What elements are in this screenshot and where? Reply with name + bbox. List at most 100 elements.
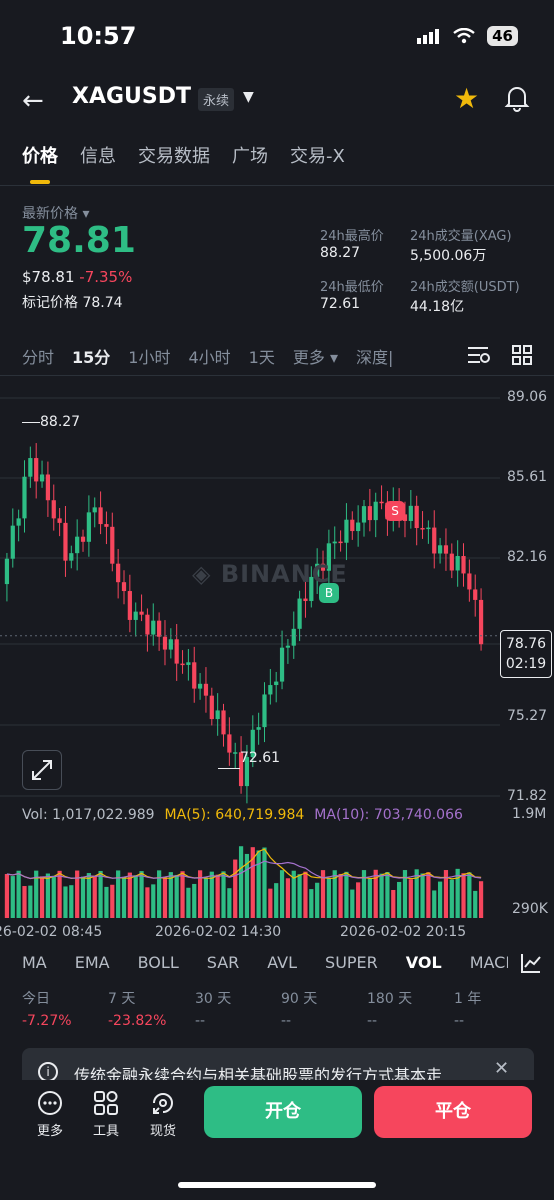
chart-settings-icon[interactable] — [468, 346, 490, 368]
timeframe-1d[interactable]: 1天 — [249, 344, 275, 368]
volume-bar — [192, 883, 197, 918]
candle-body — [338, 541, 343, 544]
high-marker-line — [22, 422, 40, 423]
tab-info[interactable]: 信息 — [80, 142, 116, 168]
amount-value: 44.18亿 — [410, 299, 465, 315]
high-label: 24h最高价 — [320, 229, 384, 244]
close-icon[interactable]: ✕ — [494, 1058, 509, 1079]
symbol-dropdown-icon[interactable]: ▼ — [243, 89, 254, 105]
candle-body — [157, 620, 162, 637]
tools-button[interactable]: 工具 — [86, 1090, 126, 1139]
timeframe-15m[interactable]: 15分 — [72, 344, 110, 368]
timeframe-line[interactable]: 分时 — [22, 344, 54, 368]
tab-square[interactable]: 广场 — [232, 142, 268, 168]
low-marker: 72.61 — [240, 750, 281, 766]
candle-body — [16, 518, 21, 526]
candle-body — [373, 501, 378, 521]
symbol-title[interactable]: XAGUSDT — [72, 84, 191, 109]
favorite-star-icon[interactable]: ★ — [454, 82, 479, 115]
volume-bar — [279, 870, 285, 918]
perf-label: 180 天 — [367, 991, 413, 1007]
timeframe-more[interactable]: 更多 ▾ — [293, 344, 338, 368]
main-tabs: 价格 信息 交易数据 广场 交易-X — [22, 142, 345, 168]
candle-body — [203, 683, 209, 696]
candle-body — [408, 505, 413, 521]
volume-bar — [57, 870, 62, 918]
candle-body — [209, 695, 214, 720]
candle-countdown: 02:19 — [505, 656, 547, 672]
volume-bar — [133, 875, 138, 918]
volume-bar — [432, 890, 437, 918]
candle-body — [478, 599, 484, 645]
volume-bar — [309, 889, 314, 918]
volume-bar — [104, 886, 109, 918]
candle-body — [180, 663, 185, 666]
candle-body — [197, 683, 203, 689]
mark-price-value: 78.74 — [82, 295, 123, 311]
candle-body — [127, 591, 132, 620]
candle-body — [121, 582, 127, 592]
volume-bar — [449, 879, 454, 918]
volume-bar — [174, 874, 179, 918]
indicator-boll[interactable]: BOLL — [138, 953, 179, 972]
volume-bar — [467, 872, 472, 918]
sell-marker[interactable]: S — [385, 501, 405, 521]
status-time: 10:57 — [60, 22, 137, 50]
volume-bar — [391, 889, 396, 918]
tab-trading-x[interactable]: 交易-X — [290, 142, 345, 168]
high-value: 88.27 — [320, 245, 361, 261]
timeframe-1h[interactable]: 1小时 — [128, 344, 170, 368]
perf-label: 7 天 — [108, 991, 136, 1007]
mark-price-label: 标记价格 — [22, 295, 78, 311]
volume-bar — [461, 873, 466, 918]
indicator-avl[interactable]: AVL — [267, 953, 297, 972]
buy-marker[interactable]: B — [319, 583, 339, 603]
candle-body — [139, 611, 144, 615]
volume-bar — [350, 889, 355, 918]
timeframe-depth[interactable]: 深度| — [356, 344, 393, 368]
volume-axis-top: 1.9M — [512, 806, 547, 822]
indicator-ma[interactable]: MA — [22, 953, 47, 972]
volume-bar — [127, 872, 132, 918]
indicator-vol[interactable]: VOL — [406, 953, 442, 972]
tab-price[interactable]: 价格 — [22, 142, 58, 168]
perf-value: -23.82% — [108, 1013, 167, 1029]
candle-body — [4, 558, 10, 585]
volume-bar — [39, 876, 45, 918]
candle-body — [45, 474, 51, 501]
tools-icon — [94, 1091, 118, 1115]
indicator-sar[interactable]: SAR — [207, 953, 240, 972]
candle-body — [297, 598, 302, 629]
volume-bar — [262, 847, 267, 918]
candle-body — [69, 553, 74, 561]
spot-button[interactable]: 现货 — [143, 1090, 183, 1139]
divider — [0, 185, 554, 186]
indicator-ema[interactable]: EMA — [75, 953, 110, 972]
volume-bar — [233, 859, 238, 918]
volume-bar — [420, 873, 425, 918]
back-arrow-icon[interactable]: ← — [22, 86, 44, 116]
grid-layout-icon[interactable] — [512, 345, 532, 369]
candle-body — [104, 524, 109, 527]
candle-body — [279, 647, 285, 682]
volume-bar — [274, 883, 279, 918]
indicator-super[interactable]: SUPER — [325, 953, 378, 972]
close-position-button[interactable]: 平仓 — [374, 1086, 532, 1138]
candle-body — [420, 528, 425, 530]
indicator-chart-icon[interactable] — [520, 952, 542, 978]
more-button[interactable]: 更多 — [30, 1090, 70, 1139]
timeframe-4h[interactable]: 4小时 — [188, 344, 230, 368]
bell-icon[interactable] — [504, 84, 530, 116]
tab-trading-data[interactable]: 交易数据 — [138, 142, 210, 168]
candle-body — [133, 611, 138, 620]
volume-bar — [22, 886, 27, 918]
candlestick-chart[interactable] — [0, 378, 554, 808]
open-position-button[interactable]: 开仓 — [204, 1086, 362, 1138]
volume-bar — [473, 890, 478, 918]
volume-bar — [98, 870, 103, 918]
fullscreen-expand-icon[interactable] — [22, 750, 62, 790]
candle-body — [443, 545, 449, 554]
volume-label: 24h成交量(XAG) — [410, 229, 512, 244]
volume-bar — [215, 874, 220, 918]
candle-body — [274, 681, 279, 686]
